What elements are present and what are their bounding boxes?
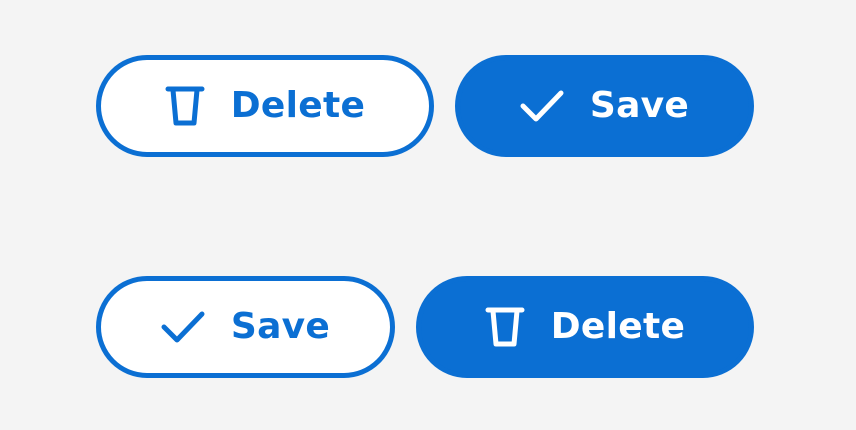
button-row-1: Delete Save	[0, 55, 856, 157]
save-button[interactable]: Save	[455, 55, 754, 157]
button-row-2: Save Delete	[0, 276, 856, 378]
delete-button[interactable]: Delete	[416, 276, 754, 378]
trash-icon	[485, 305, 525, 349]
check-icon	[161, 310, 205, 344]
trash-icon	[165, 84, 205, 128]
button-label: Save	[589, 85, 690, 126]
button-label: Delete	[550, 306, 686, 347]
button-showcase: Delete Save Save Delete	[0, 0, 856, 430]
button-label: Delete	[230, 85, 366, 126]
button-label: Save	[230, 306, 331, 347]
delete-button[interactable]: Delete	[96, 55, 434, 157]
check-icon	[520, 89, 564, 123]
save-button[interactable]: Save	[96, 276, 395, 378]
